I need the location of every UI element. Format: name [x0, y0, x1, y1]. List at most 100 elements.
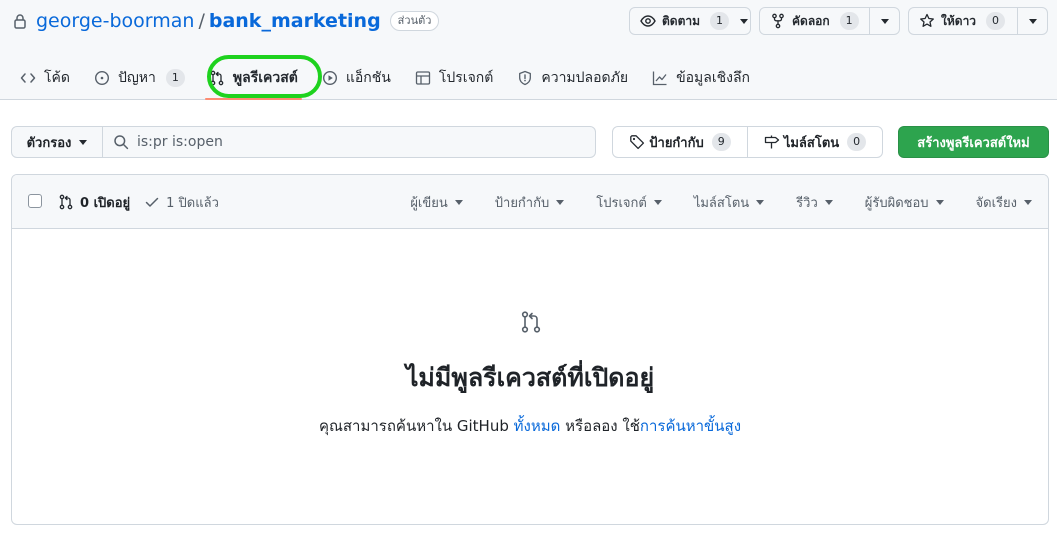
- watch-dropdown[interactable]: [737, 8, 750, 34]
- assignee-filter[interactable]: ผู้รับผิดชอบ: [849, 192, 960, 213]
- tab-insights[interactable]: ข้อมูลเชิงลึก: [640, 58, 762, 98]
- author-filter-label: ผู้เขียน: [410, 195, 448, 211]
- watch-button[interactable]: ติดตาม 1: [630, 8, 737, 34]
- table-icon: [415, 71, 431, 85]
- milestones-filter[interactable]: ไมล์สโตน: [678, 192, 780, 213]
- projects-filter[interactable]: โปรเจกต์: [580, 192, 678, 213]
- search-icon: [114, 135, 129, 150]
- star-count: 0: [986, 12, 1006, 30]
- visibility-badge: ส่วนตัว: [389, 11, 440, 31]
- repo-owner-link[interactable]: george-boorman: [36, 10, 194, 32]
- all-of-github-link[interactable]: ทั้งหมด: [514, 417, 561, 435]
- tab-code-label: โค้ด: [44, 70, 70, 86]
- chevron-down-icon: [935, 199, 944, 205]
- tab-projects-label: โปรเจกต์: [438, 70, 494, 86]
- tab-security-label: ความปลอดภัย: [541, 70, 629, 86]
- tab-actions[interactable]: แอ็กชัน: [310, 58, 403, 98]
- sort-filters: ผู้เขียน ป้ายกำกับ โปรเจกต์ ไมล์สโตน รีว…: [394, 175, 1036, 229]
- milestone-icon: [764, 135, 779, 149]
- author-filter[interactable]: ผู้เขียน: [394, 192, 478, 213]
- pull-request-list: 0 เปิดอยู่ 1 ปิดแล้ว ผู้เขียน ป้ายกำกับ …: [11, 174, 1049, 525]
- star-label: ให้ดาว: [941, 13, 977, 28]
- blankslate-title: ไม่มีพูลรีเควสต์ที่เปิดอยู่: [405, 363, 655, 392]
- play-icon: [322, 70, 337, 86]
- sort-dropdown[interactable]: จัดเรียง: [960, 192, 1036, 213]
- fork-button[interactable]: คัดลอก 1: [760, 8, 869, 34]
- labels-count: 9: [711, 133, 731, 151]
- star-button[interactable]: ให้ดาว 0: [909, 8, 1017, 34]
- label-filter-label: ป้ายกำกับ: [494, 195, 550, 211]
- chevron-down-icon: [756, 199, 765, 205]
- milestones-count: 0: [847, 133, 867, 151]
- star-button-group: ให้ดาว 0: [908, 7, 1048, 35]
- repo-tabs: โค้ด ปัญหา 1 พูลรีเควสต์ แอ็กชัน โปรเจกต…: [8, 58, 762, 100]
- chevron-down-icon: [739, 18, 748, 24]
- assignee-filter-label: ผู้รับผิดชอบ: [864, 195, 929, 211]
- code-icon: [20, 73, 36, 83]
- repo-header: george-boorman / bank_marketing ส่วนตัว …: [0, 0, 1057, 100]
- fork-button-group: คัดลอก 1: [759, 7, 900, 35]
- tab-pull-requests[interactable]: พูลรีเควสต์: [197, 58, 310, 100]
- tab-projects[interactable]: โปรเจกต์: [403, 58, 505, 98]
- tab-issues[interactable]: ปัญหา 1: [82, 58, 197, 98]
- chevron-down-icon: [824, 199, 833, 205]
- label-filter[interactable]: ป้ายกำกับ: [479, 192, 580, 213]
- advanced-search-link[interactable]: การค้นหาขั้นสูง: [640, 417, 741, 435]
- milestones-filter-label: ไมล์สโตน: [693, 195, 750, 211]
- open-count-label: 0 เปิดอยู่: [80, 195, 131, 211]
- chevron-down-icon: [880, 18, 889, 24]
- blankslate: ไม่มีพูลรีเควสต์ที่เปิดอยู่ คุณสามารถค้น…: [12, 230, 1048, 524]
- git-pull-request-icon: [521, 311, 541, 333]
- filter-search-group: ตัวกรอง: [11, 126, 596, 158]
- watch-count: 1: [710, 12, 730, 30]
- open-filter-link[interactable]: 0 เปิดอยู่: [58, 192, 130, 213]
- repo-name-link[interactable]: bank_marketing: [209, 10, 381, 32]
- lock-icon: [14, 14, 26, 29]
- state-toggles: 0 เปิดอยู่ 1 ปิดแล้ว: [58, 175, 219, 229]
- graph-icon: [652, 71, 667, 86]
- star-icon: [920, 13, 934, 27]
- tab-pull-requests-label: พูลรีเควสต์: [232, 70, 298, 86]
- search-input[interactable]: [137, 134, 537, 150]
- closed-filter-link[interactable]: 1 ปิดแล้ว: [144, 192, 219, 213]
- filters-dropdown-button[interactable]: ตัวกรอง: [11, 126, 103, 158]
- list-header: 0 เปิดอยู่ 1 ปิดแล้ว ผู้เขียน ป้ายกำกับ …: [12, 175, 1048, 229]
- milestones-button[interactable]: ไมล์สโตน 0: [747, 127, 882, 157]
- chevron-down-icon: [1024, 199, 1032, 205]
- repo-title: george-boorman / bank_marketing ส่วนตัว: [12, 8, 440, 34]
- search-field[interactable]: [103, 126, 596, 158]
- tab-security[interactable]: ความปลอดภัย: [505, 58, 640, 98]
- blankslate-description: คุณสามารถค้นหาใน GitHub ทั้งหมด หรือลอง …: [12, 414, 1048, 438]
- closed-count-label: 1 ปิดแล้ว: [166, 195, 219, 211]
- watch-label: ติดตาม: [662, 13, 701, 28]
- chevron-down-icon: [79, 139, 88, 145]
- labels-button[interactable]: ป้ายกำกับ 9: [613, 127, 747, 157]
- sort-dropdown-label: จัดเรียง: [975, 195, 1017, 211]
- filters-label: ตัวกรอง: [26, 135, 72, 151]
- eye-icon: [640, 15, 656, 27]
- reviews-filter[interactable]: รีวิว: [780, 192, 849, 213]
- fork-label: คัดลอก: [792, 13, 830, 28]
- shield-icon: [519, 70, 532, 86]
- chevron-down-icon: [653, 199, 662, 205]
- tab-issues-count: 1: [165, 69, 185, 87]
- blankslate-desc-prefix: คุณสามารถค้นหาใน GitHub: [318, 417, 514, 435]
- milestones-label: ไมล์สโตน: [783, 135, 840, 151]
- tab-code[interactable]: โค้ด: [8, 58, 82, 98]
- select-all-checkbox[interactable]: [28, 194, 42, 208]
- repo-path-separator: /: [198, 10, 205, 32]
- fork-dropdown[interactable]: [869, 8, 899, 34]
- reviews-filter-label: รีวิว: [796, 195, 818, 211]
- new-pull-request-button[interactable]: สร้างพูลรีเควสต์ใหม่: [898, 126, 1049, 158]
- tag-icon: [630, 135, 645, 150]
- tab-actions-label: แอ็กชัน: [345, 70, 391, 86]
- chevron-down-icon: [1028, 18, 1037, 24]
- git-pull-request-icon: [59, 194, 73, 210]
- tab-issues-label: ปัญหา: [117, 70, 156, 86]
- labels-label: ป้ายกำกับ: [649, 135, 704, 151]
- projects-filter-label: โปรเจกต์: [596, 195, 647, 211]
- star-dropdown[interactable]: [1017, 8, 1047, 34]
- issue-opened-icon: [94, 70, 109, 86]
- tab-insights-label: ข้อมูลเชิงลึก: [676, 70, 751, 86]
- watch-button-group: ติดตาม 1: [629, 7, 751, 35]
